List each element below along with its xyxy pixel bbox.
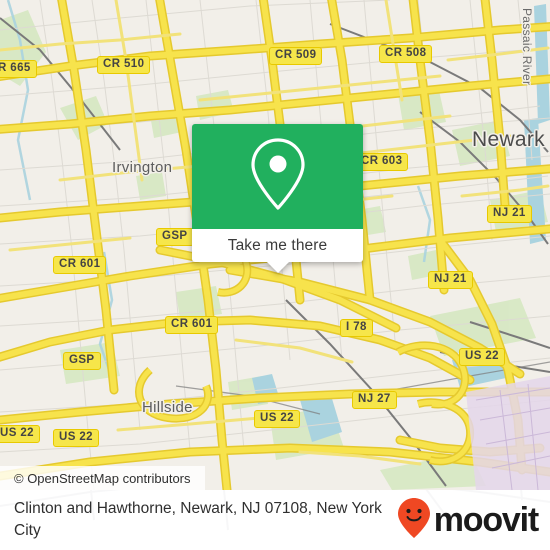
map-attribution[interactable]: © OpenStreetMap contributors [0, 466, 205, 490]
take-me-there-label: Take me there [227, 236, 328, 254]
popup-action-bar[interactable]: Take me there [192, 229, 363, 273]
attribution-text: © OpenStreetMap contributors [14, 470, 191, 486]
map-pin-icon [247, 135, 309, 218]
road-shield: NJ 21 [428, 271, 473, 289]
road-shield: NJ 27 [352, 391, 397, 409]
popup-tail-pointer [266, 262, 289, 273]
road-shield: CR 601 [53, 256, 107, 274]
map-canvas[interactable]: Irvington Newark Hillside Passaic River … [0, 0, 550, 490]
road-shield: GSP [156, 228, 194, 246]
popup-marker-area [192, 124, 363, 229]
map-screenshot: Irvington Newark Hillside Passaic River … [0, 0, 550, 550]
road-shield: US 22 [0, 425, 40, 443]
road-shield: NJ 21 [487, 205, 532, 223]
moovit-brand[interactable]: moovit [397, 497, 539, 544]
take-me-there-popup[interactable]: Take me there [192, 124, 363, 273]
road-shield: I 78 [340, 319, 373, 337]
moovit-wordmark: moovit [433, 501, 539, 539]
location-title: Clinton and Hawthorne, Newark, NJ 07108,… [14, 500, 382, 539]
footer-content: Clinton and Hawthorne, Newark, NJ 07108,… [0, 490, 550, 550]
road-shield: CR 510 [97, 56, 151, 74]
road-shield: US 22 [254, 410, 300, 428]
road-shield: CR 509 [269, 47, 323, 65]
footer-bar: Clinton and Hawthorne, Newark, NJ 07108,… [0, 490, 550, 550]
road-shield: CR 603 [355, 153, 409, 171]
road-shield: US 22 [53, 429, 99, 447]
moovit-pin-icon [397, 497, 431, 544]
road-shield: US 22 [459, 348, 505, 366]
road-shield: R 665 [0, 60, 37, 78]
road-shield: GSP [63, 352, 101, 370]
road-shield: CR 601 [165, 316, 219, 334]
road-shield: CR 508 [379, 45, 433, 63]
